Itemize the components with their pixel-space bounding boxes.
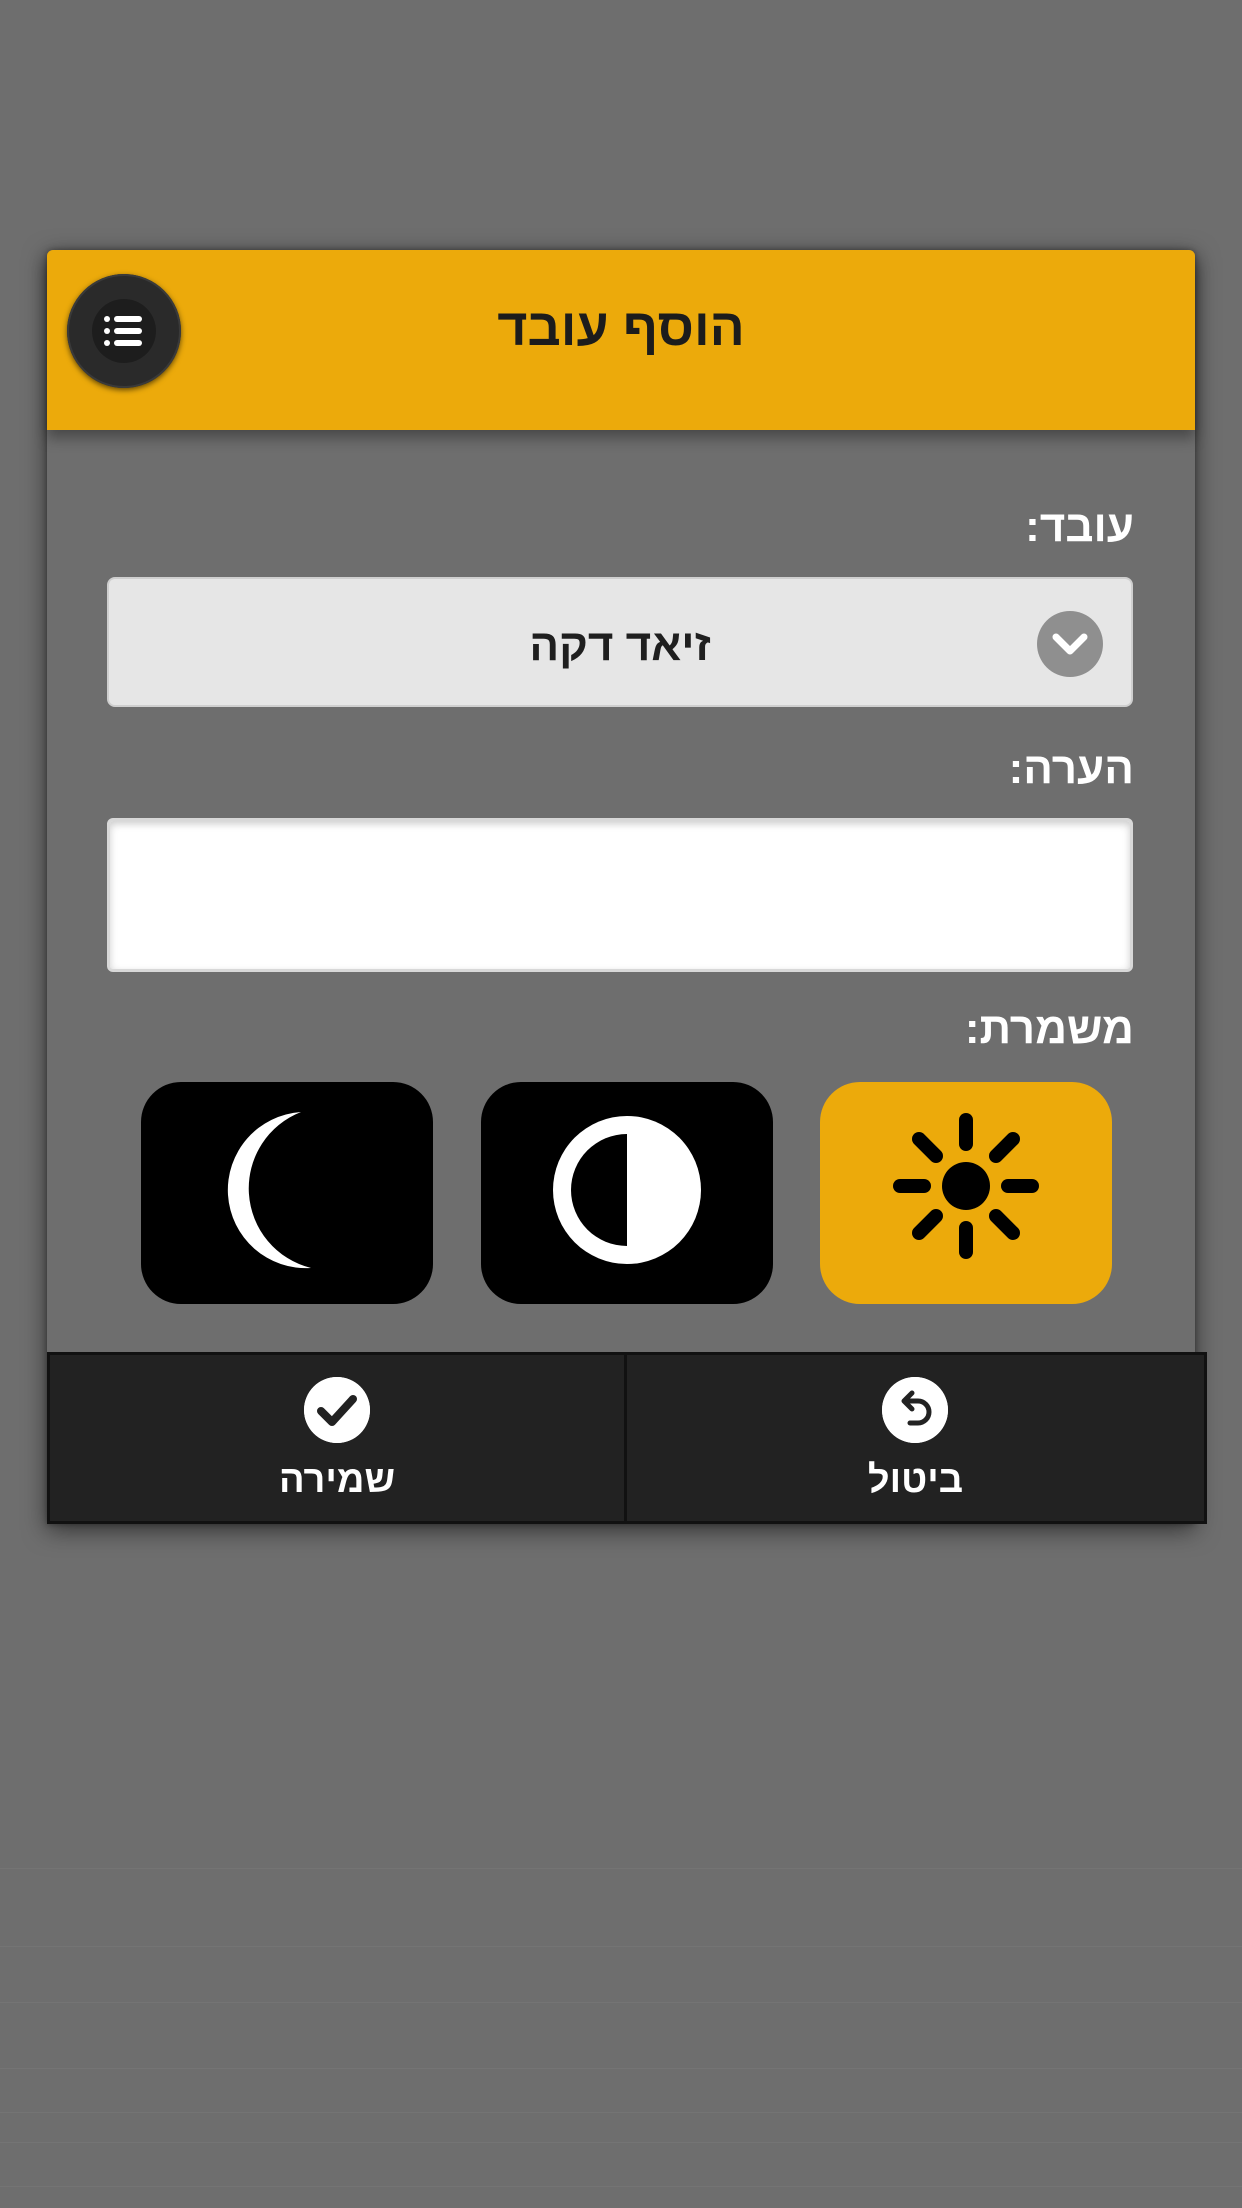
shift-label: משמרת: [964,1004,1134,1053]
chevron-down-icon[interactable] [1037,611,1103,677]
add-employee-dialog: הוסף עובד עובד: זיאד דקה הערה: משמרת: שמ… [47,250,1207,1524]
note-input[interactable] [107,818,1133,972]
employee-select[interactable]: זיאד דקה [107,577,1133,707]
cancel-button[interactable]: ביטול [627,1355,1204,1521]
employee-label: עובד: [1025,502,1134,551]
dialog-header: הוסף עובד [47,250,1195,430]
save-label: שמירה [278,1459,396,1501]
moon-icon [227,1112,311,1269]
save-button[interactable]: שמירה [50,1355,624,1521]
half-circle-icon [553,1116,701,1264]
employee-select-value: זיאד דקה [529,621,711,670]
sun-icon [893,1113,1039,1259]
dialog-footer: שמירה ביטול [47,1352,1207,1524]
undo-icon [882,1377,948,1443]
shift-night-button[interactable] [141,1082,433,1304]
note-label: הערה: [1008,744,1134,793]
shift-morning-button[interactable] [820,1082,1112,1304]
cancel-label: ביטול [867,1459,964,1501]
check-icon [304,1377,370,1443]
shift-evening-button[interactable] [481,1082,773,1304]
dialog-title: הוסף עובד [497,299,745,357]
